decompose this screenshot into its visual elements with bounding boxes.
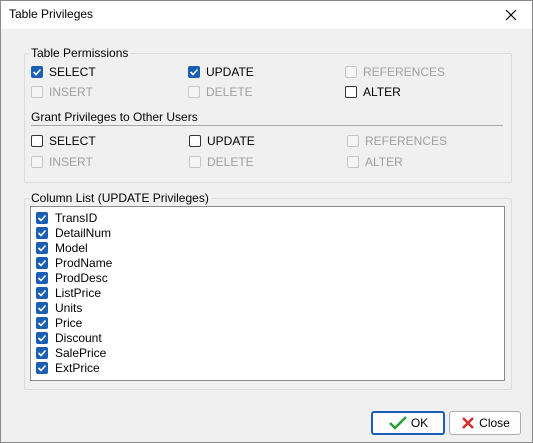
column-item-model[interactable]: Model	[36, 240, 88, 255]
grant-privileges-label: Grant Privileges to Other Users	[29, 110, 200, 124]
table-privileges-dialog: Table Privileges Table Permissions SELEC…	[0, 0, 533, 443]
checkbox-label: DELETE	[207, 155, 254, 169]
column-item-units[interactable]: Units	[36, 300, 82, 315]
column-item-saleprice[interactable]: SalePrice	[36, 345, 106, 360]
checkbox-label: SELECT	[49, 134, 96, 148]
grant-references-checkbox: REFERENCES	[347, 133, 447, 149]
checkbox-box	[347, 156, 359, 168]
checkbox-box[interactable]	[36, 301, 48, 314]
checkbox-box[interactable]	[36, 256, 48, 269]
column-item-label: SalePrice	[55, 345, 107, 360]
x-icon	[462, 417, 475, 429]
close-button[interactable]: Close	[449, 411, 521, 435]
checkbox-box	[345, 66, 357, 78]
column-item-price[interactable]: Price	[36, 315, 82, 330]
column-item-listprice[interactable]: ListPrice	[36, 285, 101, 300]
checkbox-label: DELETE	[206, 85, 253, 99]
grant-insert-checkbox: INSERT	[31, 154, 93, 170]
checkbox-box[interactable]	[189, 135, 201, 147]
checkbox-label: UPDATE	[206, 65, 254, 79]
checkbox-box[interactable]	[36, 331, 48, 344]
grant-update-checkbox[interactable]: UPDATE	[189, 133, 255, 149]
column-item-label: ProdDesc	[55, 270, 108, 285]
column-item-label: Price	[55, 315, 83, 330]
checkbox-label: REFERENCES	[363, 65, 446, 79]
ok-button[interactable]: OK	[371, 411, 445, 435]
checkbox-box[interactable]	[36, 211, 48, 224]
checkbox-box[interactable]	[36, 346, 48, 359]
checkbox-box[interactable]	[31, 66, 43, 78]
column-item-proddesc[interactable]: ProdDesc	[36, 270, 108, 285]
checkbox-label: REFERENCES	[365, 134, 448, 148]
checkbox-box[interactable]	[36, 361, 48, 374]
column-item-prodname[interactable]: ProdName	[36, 255, 112, 270]
column-item-extprice[interactable]: ExtPrice	[36, 360, 100, 375]
table-permissions-label: Table Permissions	[29, 46, 131, 60]
column-item-label: TransID	[55, 210, 98, 225]
window-title: Table Privileges	[9, 7, 94, 21]
window-close-button[interactable]	[496, 3, 526, 27]
checkbox-box[interactable]	[36, 226, 48, 239]
checkbox-box	[31, 156, 43, 168]
checkbox-label: ALTER	[365, 155, 403, 169]
checkbox-label: UPDATE	[207, 134, 255, 148]
checkbox-box[interactable]	[188, 66, 200, 78]
checkbox-box[interactable]	[36, 286, 48, 299]
checkbox-box[interactable]	[36, 271, 48, 284]
ok-button-label: OK	[410, 416, 429, 430]
tp-select-checkbox[interactable]: SELECT	[31, 64, 96, 80]
checkbox-box[interactable]	[36, 241, 48, 254]
grant-delete-checkbox: DELETE	[189, 154, 254, 170]
checkbox-box	[347, 135, 359, 147]
column-item-label: ExtPrice	[55, 360, 100, 375]
checkbox-box	[188, 86, 200, 98]
tp-update-checkbox[interactable]: UPDATE	[188, 64, 254, 80]
column-item-label: Discount	[55, 330, 102, 345]
checkbox-box[interactable]	[36, 316, 48, 329]
checkbox-box	[189, 156, 201, 168]
column-item-label: Model	[55, 240, 88, 255]
column-item-transid[interactable]: TransID	[36, 210, 97, 225]
checkbox-box	[31, 86, 43, 98]
tp-references-checkbox: REFERENCES	[345, 64, 445, 80]
column-item-discount[interactable]: Discount	[36, 330, 102, 345]
column-list-label: Column List (UPDATE Privileges)	[29, 191, 211, 205]
grant-divider	[31, 125, 503, 126]
column-item-label: Units	[55, 300, 83, 315]
column-item-label: ProdName	[55, 255, 113, 270]
close-icon	[505, 9, 517, 21]
checkbox-box[interactable]	[345, 86, 357, 98]
checkbox-label: INSERT	[49, 85, 93, 99]
close-button-label: Close	[479, 416, 510, 430]
checkbox-box[interactable]	[31, 135, 43, 147]
checkbox-label: SELECT	[49, 65, 96, 79]
column-item-label: ListPrice	[55, 285, 102, 300]
checkbox-label: INSERT	[49, 155, 93, 169]
column-item-label: DetailNum	[55, 225, 112, 240]
grant-select-checkbox[interactable]: SELECT	[31, 133, 96, 149]
title-bar: Table Privileges	[1, 1, 532, 29]
column-item-detailnum[interactable]: DetailNum	[36, 225, 111, 240]
checkbox-label: ALTER	[363, 85, 401, 99]
tp-delete-checkbox: DELETE	[188, 84, 253, 100]
grant-alter-checkbox: ALTER	[347, 154, 403, 170]
check-icon	[388, 416, 407, 430]
tp-insert-checkbox: INSERT	[31, 84, 93, 100]
tp-alter-checkbox[interactable]: ALTER	[345, 84, 401, 100]
column-listbox[interactable]: TransID DetailNum Model ProdName ProdDesc Lis…	[30, 206, 505, 381]
